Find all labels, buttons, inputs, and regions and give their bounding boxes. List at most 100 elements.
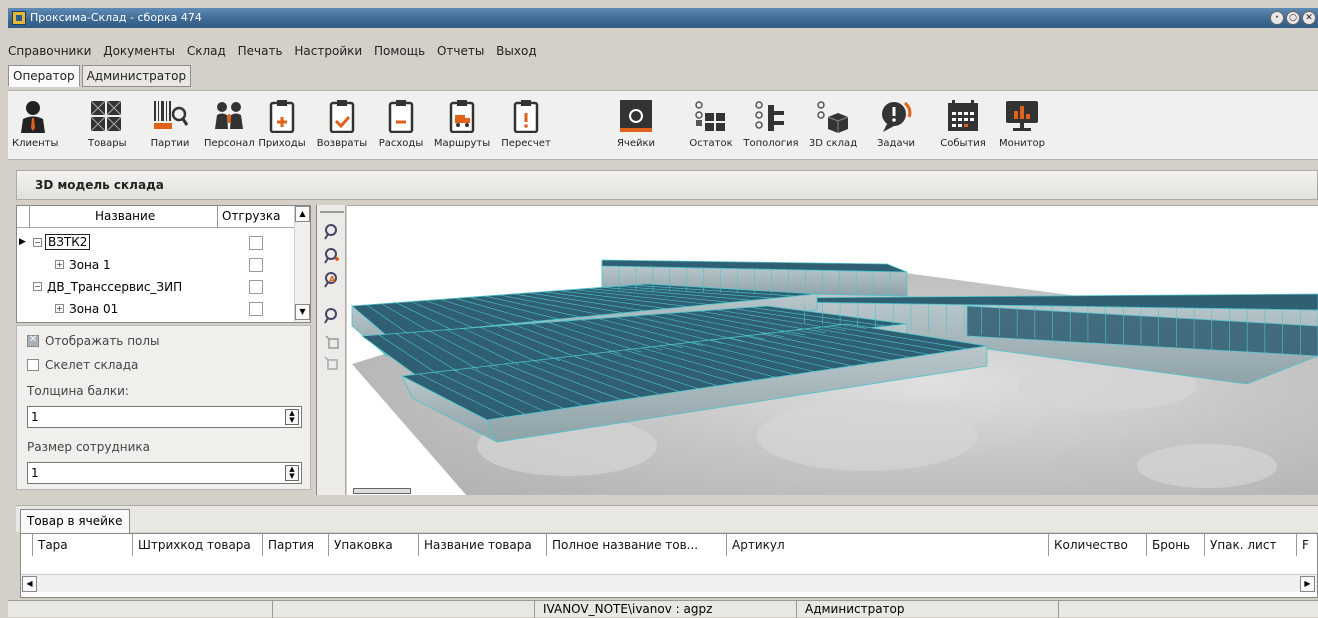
tree-row[interactable]: + Зона 01 xyxy=(17,298,295,320)
column-header-tare[interactable]: Тара xyxy=(33,534,133,556)
toolbar-receipts-button[interactable]: Приходы xyxy=(256,99,308,149)
column-header-product-name[interactable]: Название товара xyxy=(419,534,547,556)
toolbar-events-button[interactable]: События xyxy=(938,99,988,149)
menu-help[interactable]: Помощь xyxy=(374,44,425,58)
scroll-right-icon[interactable]: ▶ xyxy=(1300,576,1315,592)
display-options: Отображать полы Скелет склада Толщина ба… xyxy=(16,325,311,490)
tree-node-label: ВЗТК2 xyxy=(45,234,91,250)
tree-node-label: Зона 01 xyxy=(69,302,119,316)
menu-bar: Справочники Документы Склад Печать Настр… xyxy=(8,44,545,62)
monitor-icon xyxy=(1006,101,1038,131)
menu-warehouse[interactable]: Склад xyxy=(187,44,226,58)
row-indicator-column xyxy=(21,534,33,556)
toolbar-recount-button[interactable]: Пересчет xyxy=(496,99,556,149)
toolbar-returns-button[interactable]: Возвраты xyxy=(312,99,372,149)
zoom-icon[interactable] xyxy=(323,223,341,241)
toolbar-batches-button[interactable]: Партии xyxy=(150,99,190,149)
column-header-reserve[interactable]: Бронь xyxy=(1147,534,1205,556)
tree-row[interactable]: ▶ − ВЗТК2 xyxy=(17,232,295,254)
tab-administrator[interactable]: Администратор xyxy=(81,65,192,87)
column-name-header[interactable]: Название xyxy=(95,209,155,223)
shipment-checkbox[interactable] xyxy=(249,302,263,316)
scroll-up-icon[interactable]: ▲ xyxy=(295,206,310,222)
3d-viewport[interactable] xyxy=(347,205,1318,495)
menu-documents[interactable]: Документы xyxy=(103,44,175,58)
tree-row[interactable]: + Зона 1 xyxy=(17,254,295,276)
scroll-left-icon[interactable]: ◀ xyxy=(22,576,37,592)
viewport-splitter-handle[interactable] xyxy=(353,488,411,494)
warehouse-3d-scene[interactable] xyxy=(347,206,1318,495)
tab-operator[interactable]: Оператор xyxy=(8,65,80,87)
tab-goods-in-cell[interactable]: Товар в ячейке xyxy=(20,509,130,533)
status-user: IVANOV_NOTE\ivanov : agpz xyxy=(534,601,796,618)
toolbar-tasks-button[interactable]: Задачи xyxy=(874,99,918,149)
toolbar-clients-button[interactable]: Клиенты xyxy=(12,99,58,149)
warehouse-tree: Название Отгрузка ▶ − ВЗТК2 + Зона 1 − Д… xyxy=(16,205,311,323)
toolbar-routes-button[interactable]: Маршруты xyxy=(430,99,494,149)
toolbar-stock-button[interactable]: Остаток xyxy=(682,99,740,149)
expand-icon[interactable]: + xyxy=(55,304,64,313)
close-button[interactable]: ✕ xyxy=(1302,11,1316,25)
minimize-button[interactable]: · xyxy=(1270,11,1284,25)
maximize-button[interactable]: ○ xyxy=(1286,11,1300,25)
column-header-more[interactable]: F xyxy=(1297,534,1317,556)
clipboard-exclaim-icon xyxy=(513,100,539,133)
column-header-full-name[interactable]: Полное название тов... xyxy=(547,534,727,556)
tree-node-label: Зона 1 xyxy=(69,258,111,272)
window-title: Проксима-Склад - сборка 474 xyxy=(30,11,202,24)
spin-arrows-icon[interactable]: ▲ ▼ xyxy=(285,409,299,425)
shipment-checkbox[interactable] xyxy=(249,236,263,250)
collapse-icon[interactable]: − xyxy=(33,238,42,247)
tree-scrollbar[interactable]: ▲ ▼ xyxy=(294,206,310,322)
toolbar-monitor-button[interactable]: Монитор xyxy=(994,99,1050,149)
expand-icon[interactable]: + xyxy=(55,260,64,269)
shipment-checkbox[interactable] xyxy=(249,280,263,294)
view-box-icon[interactable] xyxy=(323,333,341,351)
menu-settings[interactable]: Настройки xyxy=(294,44,362,58)
main-toolbar: Клиенты Товары Партии Персонал Приходы В… xyxy=(8,90,1318,160)
column-shipment-header[interactable]: Отгрузка xyxy=(222,209,280,223)
toolbar-3d-warehouse-button[interactable]: 3D склад xyxy=(804,99,862,149)
toolbar-expenses-button[interactable]: Расходы xyxy=(374,99,428,149)
menu-print[interactable]: Печать xyxy=(238,44,283,58)
column-header-package[interactable]: Упаковка xyxy=(329,534,419,556)
toolbar-topology-button[interactable]: Топология xyxy=(742,99,800,149)
calendar-icon xyxy=(948,100,978,131)
skeleton-option[interactable]: Скелет склада xyxy=(27,358,138,372)
view-frame-icon[interactable] xyxy=(323,355,341,373)
zoom-out-icon[interactable] xyxy=(323,307,341,325)
shipment-checkbox[interactable] xyxy=(249,258,263,272)
show-floors-checkbox[interactable] xyxy=(27,334,39,347)
beam-thickness-input[interactable]: 1 ▲ ▼ xyxy=(27,406,302,428)
clipboard-truck-icon xyxy=(449,100,475,133)
spin-arrows-icon[interactable]: ▲ ▼ xyxy=(285,465,299,481)
column-header-article[interactable]: Артикул xyxy=(727,534,1049,556)
menu-exit[interactable]: Выход xyxy=(496,44,536,58)
column-header-batch[interactable]: Партия xyxy=(263,534,329,556)
menu-reports[interactable]: Отчеты xyxy=(437,44,484,58)
clipboard-plus-icon xyxy=(269,100,295,133)
app-icon xyxy=(12,11,26,25)
bottom-tabs: Товар в ячейке xyxy=(16,505,1318,533)
people-icon xyxy=(215,102,243,129)
scroll-down-icon[interactable]: ▼ xyxy=(295,304,310,320)
show-floors-option[interactable]: Отображать полы xyxy=(27,334,160,348)
worker-size-input[interactable]: 1 ▲ ▼ xyxy=(27,462,302,484)
toolbar-goods-button[interactable]: Товары xyxy=(88,99,127,149)
zoom-in-icon[interactable] xyxy=(323,247,341,265)
cell-icon xyxy=(620,100,652,132)
tree-row[interactable]: − ДВ_Транссервис_ЗИП xyxy=(17,276,295,298)
menu-directories[interactable]: Справочники xyxy=(8,44,91,58)
toolbar-staff-button[interactable]: Персонал xyxy=(204,99,255,149)
toolbar-cells-button[interactable]: Ячейки xyxy=(614,99,658,149)
current-row-marker-icon: ▶ xyxy=(19,237,26,247)
zoom-all-icon[interactable]: A xyxy=(323,271,341,289)
person-icon xyxy=(21,101,45,133)
column-header-pack-list[interactable]: Упак. лист xyxy=(1205,534,1297,556)
column-header-barcode[interactable]: Штрихкод товара xyxy=(133,534,263,556)
skeleton-checkbox[interactable] xyxy=(27,359,39,371)
column-header-quantity[interactable]: Количество xyxy=(1049,534,1147,556)
beam-thickness-label: Толщина балки: xyxy=(27,384,129,398)
grid-horizontal-scrollbar[interactable]: ◀ ▶ xyxy=(21,574,1317,592)
collapse-icon[interactable]: − xyxy=(33,282,42,291)
